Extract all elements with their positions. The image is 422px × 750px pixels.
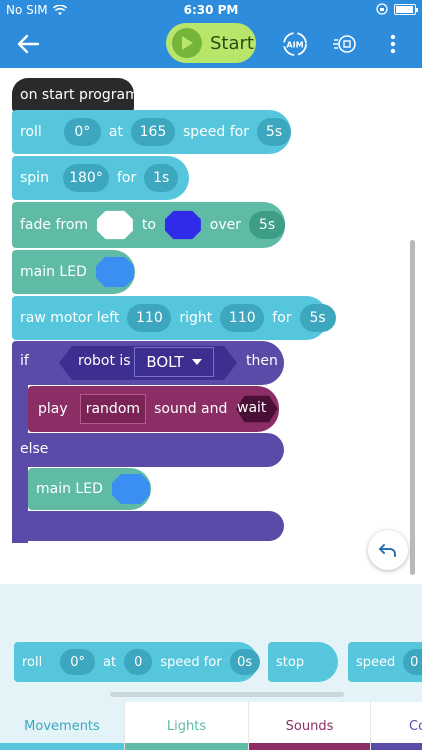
spin-duration-field[interactable]: 1s <box>144 164 179 192</box>
else-label: else <box>20 441 49 457</box>
tab-sounds-bar <box>249 743 371 750</box>
block-palette: roll 0° at 0 speed for 0s stop speed 0 <box>0 584 422 702</box>
raw-motor-right-field[interactable]: 110 <box>220 304 265 332</box>
undo-button[interactable] <box>368 530 408 570</box>
raw-motor-left-label: raw motor left <box>20 310 120 326</box>
tab-sounds[interactable]: Sounds <box>248 702 371 750</box>
raw-motor-for-label: for <box>272 310 292 326</box>
roll-speed-for-label: speed for <box>183 124 249 140</box>
else-main-led-label: main LED <box>36 481 103 497</box>
tab-lights-bar <box>125 743 249 750</box>
sound-and-label: sound and <box>154 401 228 417</box>
roll-heading-field[interactable]: 0° <box>63 118 101 146</box>
then-label: then <box>246 353 278 369</box>
on-start-label: on start program <box>20 87 139 103</box>
undo-icon <box>379 544 396 557</box>
if-label: if <box>20 353 29 369</box>
more-options-icon[interactable] <box>383 32 403 56</box>
fade-to-label: to <box>141 217 156 233</box>
if-else-block[interactable]: if robot is BOLT then else play random s… <box>12 341 284 543</box>
tab-movements-label: Movements <box>24 718 100 734</box>
fade-block[interactable]: fade from to over 5s <box>12 202 285 248</box>
battery-icon <box>394 3 418 15</box>
raw-motor-right-label: right <box>179 310 213 326</box>
orientation-lock-icon <box>376 3 388 15</box>
palette-roll-at-label: at <box>103 654 117 670</box>
aim-label: AIM <box>286 41 303 50</box>
program-canvas[interactable]: on start program roll 0° at 165 speed fo… <box>0 68 422 584</box>
start-label: Start <box>210 32 254 54</box>
on-start-block[interactable]: on start program <box>12 78 139 112</box>
wait-label: wait <box>237 400 267 416</box>
main-led-color-swatch[interactable] <box>95 256 135 288</box>
roll-duration-field[interactable]: 5s <box>257 118 291 146</box>
tab-sounds-label: Sounds <box>285 718 334 734</box>
chevron-down-icon <box>191 359 202 365</box>
roll-block[interactable]: roll 0° at 165 speed for 5s <box>12 110 291 154</box>
raw-motor-block[interactable]: raw motor left 110 right 110 for 5s <box>12 296 336 340</box>
robot-dropdown-value: BOLT <box>146 353 184 371</box>
fade-from-label: fade from <box>20 217 89 233</box>
palette-roll-speed-field[interactable]: 0 <box>124 649 153 675</box>
else-header <box>12 433 284 467</box>
fade-duration-field[interactable]: 5s <box>249 211 285 239</box>
palette-scrollbar[interactable] <box>110 692 344 697</box>
spin-label: spin <box>20 170 49 186</box>
tab-lights[interactable]: Lights <box>124 702 249 750</box>
tab-lights-label: Lights <box>166 718 207 734</box>
tab-controls-bar <box>371 743 422 750</box>
palette-stop-label: stop <box>276 654 305 670</box>
raw-motor-duration-field[interactable]: 5s <box>299 304 336 332</box>
roll-at-label: at <box>108 124 123 140</box>
palette-roll-speed-for-label: speed for <box>160 654 222 670</box>
spin-block[interactable]: spin 180° for 1s <box>12 156 189 200</box>
spin-angle-field[interactable]: 180° <box>62 164 109 192</box>
status-bar: No SIM 6:30 PM <box>0 0 422 20</box>
vertical-scrollbar[interactable] <box>410 240 415 575</box>
fade-from-color-swatch[interactable] <box>96 209 134 241</box>
roll-speed-field[interactable]: 165 <box>131 118 175 146</box>
robot-is-label: robot is <box>78 353 131 369</box>
fade-over-label: over <box>209 217 241 233</box>
play-label: play <box>38 401 68 417</box>
back-arrow-icon[interactable] <box>14 30 42 58</box>
palette-roll-heading-field[interactable]: 0° <box>60 649 96 675</box>
sound-field[interactable]: random <box>79 394 147 424</box>
palette-roll-label: roll <box>22 654 43 670</box>
clock: 6:30 PM <box>183 3 239 17</box>
tab-controls[interactable]: Co <box>370 702 422 750</box>
robot-dropdown[interactable]: BOLT <box>134 347 214 377</box>
if-footer <box>12 511 284 541</box>
tab-movements[interactable]: Movements <box>0 702 124 750</box>
palette-roll-duration-field[interactable]: 0s <box>229 649 260 675</box>
start-button[interactable]: Start <box>166 23 256 63</box>
palette-speed-block[interactable]: speed 0 <box>348 642 422 682</box>
palette-speed-label: speed <box>356 654 396 670</box>
play-sound-block[interactable]: play random sound and wait <box>28 386 279 432</box>
raw-motor-left-field[interactable]: 110 <box>127 304 172 332</box>
status-right <box>376 3 418 15</box>
else-main-led-color-swatch[interactable] <box>111 473 151 505</box>
category-tabs: Movements Lights Sounds Co <box>0 702 422 750</box>
palette-stop-block[interactable]: stop <box>268 642 338 682</box>
tab-controls-label: Co <box>409 718 422 734</box>
main-led-block[interactable]: main LED <box>12 250 135 294</box>
fade-to-color-swatch[interactable] <box>164 209 202 241</box>
palette-roll-block[interactable]: roll 0° at 0 speed for 0s <box>14 642 260 682</box>
main-led-label: main LED <box>20 264 87 280</box>
else-main-led-block[interactable]: main LED <box>28 468 151 510</box>
play-icon <box>172 28 202 58</box>
top-toolbar: Start AIM <box>0 20 422 68</box>
aim-icon[interactable]: AIM <box>282 31 308 57</box>
palette-speed-field[interactable]: 0 <box>403 649 422 675</box>
motion-stop-icon[interactable] <box>333 32 357 56</box>
tab-movements-bar <box>0 743 124 750</box>
roll-label: roll <box>20 124 42 140</box>
spin-for-label: for <box>116 170 137 186</box>
